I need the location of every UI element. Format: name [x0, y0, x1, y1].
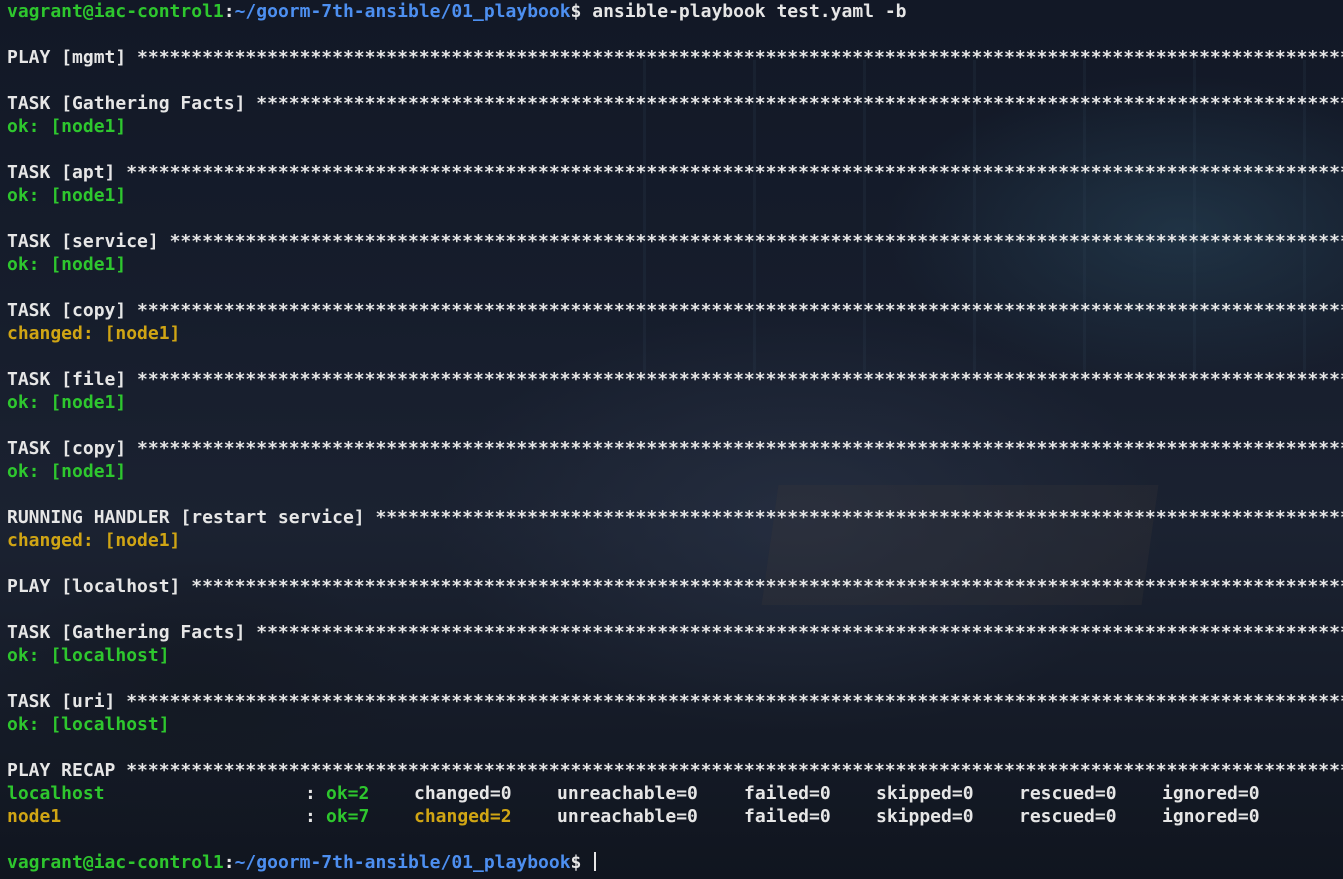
task-header-label: TASK [Gathering Facts] — [7, 93, 257, 114]
handler-header: RUNNING HANDLER [restart service] ******… — [7, 506, 1343, 529]
task-header-stars: ****************************************… — [137, 369, 1343, 390]
recap-ignored: ignored=0 — [1162, 783, 1260, 804]
terminal-window[interactable]: vagrant@iac-control1:~/goorm-7th-ansible… — [0, 0, 1343, 879]
recap-changed: changed=0 — [414, 783, 512, 804]
task-header: TASK [uri] *****************************… — [7, 690, 1343, 713]
recap-ignored: ignored=0 — [1162, 806, 1260, 827]
recap-changed: changed=2 — [414, 806, 512, 827]
command-prompt-line: vagrant@iac-control1:~/goorm-7th-ansible… — [7, 0, 1343, 23]
prompt-separator: : — [223, 1, 235, 22]
prompt-user-host: vagrant@iac-control1 — [7, 1, 224, 22]
play-header-label: PLAY [mgmt] — [7, 47, 138, 68]
prompt-path: ~/goorm-7th-ansible/01_playbook — [234, 852, 571, 873]
task-header-stars: ****************************************… — [256, 93, 1343, 114]
play-header-label: PLAY [localhost] — [7, 576, 192, 597]
terminal-output: vagrant@iac-control1:~/goorm-7th-ansible… — [7, 0, 1343, 874]
task-header: TASK [copy] ****************************… — [7, 437, 1343, 460]
recap-header-stars: ****************************************… — [126, 760, 1343, 781]
recap-unreachable: unreachable=0 — [557, 783, 698, 804]
prompt-separator: : — [223, 852, 235, 873]
task-header: TASK [file] ****************************… — [7, 368, 1343, 391]
task-header-stars: ****************************************… — [256, 622, 1343, 643]
task-result: ok: [localhost] — [7, 714, 170, 735]
task-header-label: TASK [copy] — [7, 438, 138, 459]
recap-ok: ok=7 — [326, 806, 370, 827]
recap-unreachable: unreachable=0 — [557, 806, 698, 827]
text-cursor[interactable] — [594, 852, 597, 871]
recap-colon: : — [305, 783, 316, 804]
task-header-label: TASK [file] — [7, 369, 138, 390]
recap-host: node1 — [7, 806, 62, 827]
task-header-label: TASK [service] — [7, 231, 170, 252]
handler-result: changed: [node1] — [7, 530, 181, 551]
task-result: changed: [node1] — [7, 323, 181, 344]
recap-header-label: PLAY RECAP — [7, 760, 127, 781]
task-result: ok: [node1] — [7, 461, 127, 482]
task-header-stars: ****************************************… — [169, 231, 1343, 252]
recap-header: PLAY RECAP *****************************… — [7, 759, 1343, 782]
prompt-path: ~/goorm-7th-ansible/01_playbook — [234, 1, 571, 22]
recap-rescued: rescued=0 — [1019, 806, 1117, 827]
play-header-stars: ****************************************… — [191, 576, 1343, 597]
task-header-stars: ****************************************… — [137, 300, 1343, 321]
recap-failed: failed=0 — [744, 806, 831, 827]
recap-row-localhost: localhost : ok=2 changed=0 unreachable=0… — [7, 782, 1343, 805]
task-result: ok: [node1] — [7, 116, 127, 137]
recap-rescued: rescued=0 — [1019, 783, 1117, 804]
task-header-stars: ****************************************… — [126, 691, 1343, 712]
recap-skipped: skipped=0 — [876, 783, 974, 804]
task-header-label: TASK [apt] — [7, 162, 127, 183]
task-header-stars: ****************************************… — [137, 438, 1343, 459]
command-prompt-line[interactable]: vagrant@iac-control1:~/goorm-7th-ansible… — [7, 851, 1343, 874]
task-header-label: TASK [Gathering Facts] — [7, 622, 257, 643]
task-header: TASK [copy] ****************************… — [7, 299, 1343, 322]
task-header-stars: ****************************************… — [126, 162, 1343, 183]
task-header: TASK [Gathering Facts] *****************… — [7, 621, 1343, 644]
play-header: PLAY [localhost] ***********************… — [7, 575, 1343, 598]
recap-colon: : — [305, 806, 316, 827]
prompt-dollar: $ — [570, 1, 593, 22]
recap-ok: ok=2 — [326, 783, 370, 804]
prompt-command: ansible-playbook test.yaml -b — [592, 1, 907, 22]
task-header: TASK [Gathering Facts] *****************… — [7, 92, 1343, 115]
handler-header-label: RUNNING HANDLER [restart service] — [7, 507, 376, 528]
task-header: TASK [apt] *****************************… — [7, 161, 1343, 184]
task-result: ok: [localhost] — [7, 645, 170, 666]
task-result: ok: [node1] — [7, 254, 127, 275]
recap-host: localhost — [7, 783, 105, 804]
task-result: ok: [node1] — [7, 392, 127, 413]
prompt-dollar: $ — [570, 852, 593, 873]
task-result: ok: [node1] — [7, 185, 127, 206]
recap-row-node1: node1 : ok=7 changed=2 unreachable=0 fai… — [7, 805, 1343, 828]
recap-failed: failed=0 — [744, 783, 831, 804]
handler-header-stars: ****************************************… — [375, 507, 1343, 528]
task-header: TASK [service] *************************… — [7, 230, 1343, 253]
play-header-stars: ****************************************… — [137, 47, 1343, 68]
recap-skipped: skipped=0 — [876, 806, 974, 827]
play-header: PLAY [mgmt] ****************************… — [7, 46, 1343, 69]
task-header-label: TASK [uri] — [7, 691, 127, 712]
task-header-label: TASK [copy] — [7, 300, 138, 321]
